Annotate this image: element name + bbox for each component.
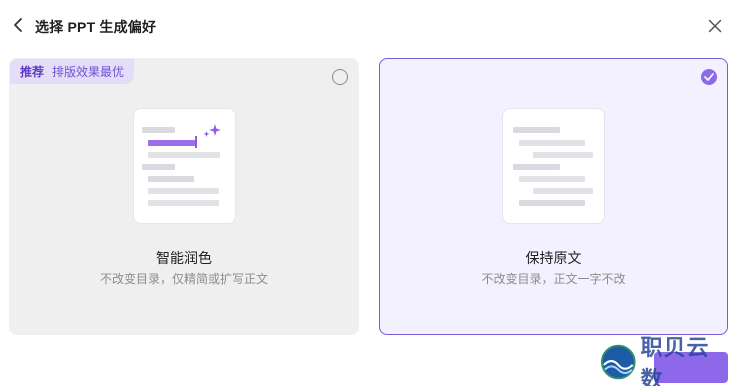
- illustration-highlight-line: [148, 140, 195, 146]
- option-card-keep-original[interactable]: 保持原文 不改变目录，正文一字不改: [379, 58, 728, 335]
- watermark: 职贝云数: [600, 336, 729, 386]
- chevron-left-icon: [14, 18, 22, 32]
- ppt-preference-dialog: 选择 PPT 生成偏好 推荐 排版效果最优 智能润色 不改变目录，仅精简或扩写正…: [0, 0, 729, 386]
- recommend-tag: 推荐 排版效果最优: [10, 59, 135, 84]
- smart-polish-illustration: [133, 108, 236, 224]
- sparkle-icon: [203, 124, 221, 137]
- illustration-line: [533, 152, 593, 158]
- illustration-line: [148, 188, 219, 194]
- close-button[interactable]: [706, 17, 724, 35]
- recommend-tag-sub: 排版效果最优: [52, 65, 125, 79]
- option-radio-keep-original[interactable]: [701, 69, 717, 85]
- illustration-line: [519, 200, 585, 206]
- dialog-title: 选择 PPT 生成偏好: [35, 19, 157, 35]
- check-icon: [704, 73, 714, 81]
- option-label-smart-polish: 智能润色: [156, 250, 212, 266]
- keep-original-illustration: [502, 108, 605, 224]
- option-radio-smart-polish[interactable]: [332, 69, 348, 85]
- back-button[interactable]: [10, 16, 26, 34]
- illustration-line: [519, 140, 585, 146]
- illustration-line: [513, 164, 560, 170]
- illustration-line: [142, 127, 175, 133]
- illustration-line: [533, 188, 593, 194]
- close-icon: [708, 19, 722, 33]
- dialog-header: 选择 PPT 生成偏好: [0, 0, 729, 52]
- option-desc-smart-polish: 不改变目录，仅精简或扩写正文: [99, 272, 268, 286]
- option-card-smart-polish[interactable]: 推荐 排版效果最优 智能润色 不改变目录，仅精简或扩写正文: [9, 58, 359, 335]
- illustration-line: [148, 176, 194, 182]
- illustration-line: [148, 200, 219, 206]
- watermark-text: 职贝云数: [640, 336, 710, 386]
- option-label-keep-original: 保持原文: [525, 250, 582, 266]
- illustration-line: [148, 152, 220, 158]
- illustration-line: [519, 176, 585, 182]
- watermark-logo-icon: [600, 344, 636, 380]
- recommend-tag-label: 推荐: [20, 65, 45, 79]
- text-cursor: [195, 136, 197, 148]
- option-desc-keep-original: 不改变目录，正文一字不改: [481, 272, 626, 286]
- illustration-line: [142, 164, 175, 170]
- illustration-line: [513, 127, 560, 133]
